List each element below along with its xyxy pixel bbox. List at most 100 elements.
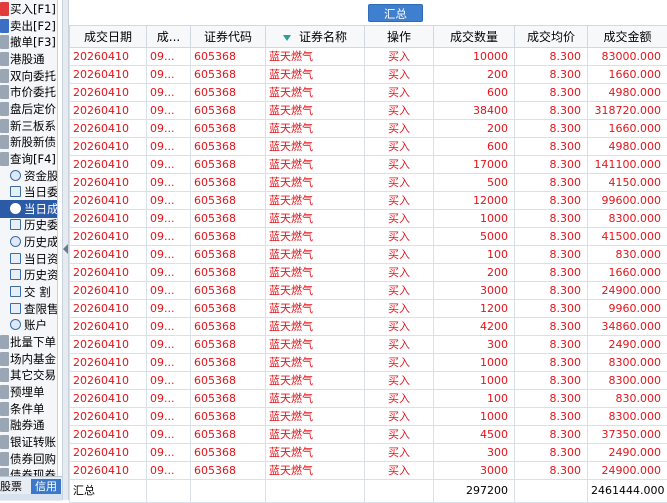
- sidebar-item[interactable]: 交 割: [0, 283, 57, 301]
- sidebar-item[interactable]: 卖出[F2]: [0, 17, 57, 35]
- total-quantity: 297200: [434, 480, 515, 503]
- cell-avg-price: 8.300: [515, 372, 588, 390]
- table-row[interactable]: 2026041009...605368蓝天燃气买入1008.300830.000: [70, 390, 667, 408]
- table-row[interactable]: 2026041009...605368蓝天燃气买入30008.30024900.…: [70, 462, 667, 480]
- cell-operation: 买入: [365, 48, 434, 66]
- document-icon: [10, 186, 21, 197]
- table-row[interactable]: 2026041009...605368蓝天燃气买入6008.3004980.00…: [70, 138, 667, 156]
- cell-quantity: 300: [434, 444, 515, 462]
- sidebar-item[interactable]: 场内基金: [0, 350, 57, 368]
- sidebar-item[interactable]: 盘后定价: [0, 100, 57, 118]
- sidebar-item-label: 批量下单: [10, 333, 56, 351]
- cell-amount: 141100.000: [588, 156, 667, 174]
- cell-trade-time: 09...: [147, 282, 191, 300]
- table-row[interactable]: 2026041009...605368蓝天燃气买入3008.3002490.00…: [70, 336, 667, 354]
- sidebar-item[interactable]: 历史成: [0, 233, 57, 251]
- table-row[interactable]: 2026041009...605368蓝天燃气买入10008.3008300.0…: [70, 210, 667, 228]
- cell-security-code: 605368: [191, 390, 266, 408]
- sidebar-item[interactable]: 市价委托: [0, 83, 57, 101]
- cell-trade-date: 20260410: [70, 120, 147, 138]
- cell-security-name: 蓝天燃气: [266, 444, 365, 462]
- col-header-security-code[interactable]: 证券代码: [191, 26, 266, 48]
- sidebar-item[interactable]: 查询[F4]: [0, 150, 57, 168]
- sidebar-item[interactable]: 当日资: [0, 250, 57, 268]
- sidebar-item-label: 双向委托: [10, 67, 56, 85]
- table-row[interactable]: 2026041009...605368蓝天燃气买入10008.3008300.0…: [70, 354, 667, 372]
- col-header-trade-time[interactable]: 成...: [147, 26, 191, 48]
- cell-avg-price: 8.300: [515, 48, 588, 66]
- table-row[interactable]: 2026041009...605368蓝天燃气买入384008.30031872…: [70, 102, 667, 120]
- col-header-quantity[interactable]: 成交数量: [434, 26, 515, 48]
- table-row[interactable]: 2026041009...605368蓝天燃气买入170008.30014110…: [70, 156, 667, 174]
- sidebar-item[interactable]: 当日成: [0, 200, 57, 218]
- col-header-security-name[interactable]: 证券名称: [266, 26, 365, 48]
- sidebar-item[interactable]: 其它交易: [0, 366, 57, 384]
- sidebar-item-label: 当日资: [24, 250, 57, 268]
- sidebar-item[interactable]: 买入[F1]: [0, 0, 57, 18]
- cell-avg-price: 8.300: [515, 282, 588, 300]
- sidebar-item[interactable]: 新股新债: [0, 133, 57, 151]
- sidebar-item[interactable]: 条件单: [0, 400, 57, 418]
- cell-security-name: 蓝天燃气: [266, 264, 365, 282]
- cell-trade-date: 20260410: [70, 66, 147, 84]
- table-row[interactable]: 2026041009...605368蓝天燃气买入1008.300830.000: [70, 246, 667, 264]
- table-row[interactable]: 2026041009...605368蓝天燃气买入50008.30041500.…: [70, 228, 667, 246]
- cell-avg-price: 8.300: [515, 228, 588, 246]
- table-row[interactable]: 2026041009...605368蓝天燃气买入3008.3002490.00…: [70, 444, 667, 462]
- cell-quantity: 200: [434, 66, 515, 84]
- cell-quantity: 12000: [434, 192, 515, 210]
- table-row[interactable]: 2026041009...605368蓝天燃气买入120008.30099600…: [70, 192, 667, 210]
- table-row[interactable]: 2026041009...605368蓝天燃气买入30008.30024900.…: [70, 282, 667, 300]
- sidebar-item[interactable]: 债券回购: [0, 450, 57, 468]
- menu-marker-icon: [0, 452, 9, 466]
- sidebar-item[interactable]: 历史委: [0, 216, 57, 234]
- cell-security-name: 蓝天燃气: [266, 426, 365, 444]
- cell-quantity: 3000: [434, 462, 515, 480]
- tab-credit[interactable]: 信用: [31, 479, 61, 495]
- table-row[interactable]: 2026041009...605368蓝天燃气买入45008.30037350.…: [70, 426, 667, 444]
- collapse-splitter[interactable]: [62, 0, 69, 500]
- table-row[interactable]: 2026041009...605368蓝天燃气买入42008.30034860.…: [70, 318, 667, 336]
- cell-amount: 8300.000: [588, 210, 667, 228]
- sidebar-item[interactable]: 撤单[F3]: [0, 33, 57, 51]
- sidebar-item[interactable]: 新三板系: [0, 117, 57, 135]
- col-header-avg-price[interactable]: 成交均价: [515, 26, 588, 48]
- col-header-operation[interactable]: 操作: [365, 26, 434, 48]
- cell-quantity: 200: [434, 120, 515, 138]
- summary-button[interactable]: 汇总: [368, 4, 423, 22]
- cell-operation: 买入: [365, 138, 434, 156]
- sidebar-item[interactable]: 预埋单: [0, 383, 57, 401]
- cell-trade-time: 09...: [147, 444, 191, 462]
- collapse-arrow-icon[interactable]: [63, 244, 68, 254]
- col-header-trade-date[interactable]: 成交日期: [70, 26, 147, 48]
- sidebar-item[interactable]: 历史资: [0, 266, 57, 284]
- cell-operation: 买入: [365, 264, 434, 282]
- sidebar-item[interactable]: 查限售: [0, 300, 57, 318]
- sidebar-item[interactable]: 港股通: [0, 50, 57, 68]
- table-row[interactable]: 2026041009...605368蓝天燃气买入12008.3009960.0…: [70, 300, 667, 318]
- table-row[interactable]: 2026041009...605368蓝天燃气买入10008.3008300.0…: [70, 408, 667, 426]
- table-row[interactable]: 2026041009...605368蓝天燃气买入2008.3001660.00…: [70, 120, 667, 138]
- sidebar-item-label: 撤单[F3]: [10, 33, 56, 51]
- table-row[interactable]: 2026041009...605368蓝天燃气买入2008.3001660.00…: [70, 264, 667, 282]
- col-header-amount[interactable]: 成交金额: [588, 26, 667, 48]
- table-row[interactable]: 2026041009...605368蓝天燃气买入10008.3008300.0…: [70, 372, 667, 390]
- sidebar-item[interactable]: 账户: [0, 316, 57, 334]
- cell-trade-date: 20260410: [70, 138, 147, 156]
- sidebar-item[interactable]: 银证转账: [0, 433, 57, 451]
- sidebar-item[interactable]: 批量下单: [0, 333, 57, 351]
- cell-security-name: 蓝天燃气: [266, 318, 365, 336]
- sidebar-item[interactable]: 双向委托: [0, 67, 57, 85]
- total-empty-cell: [147, 480, 191, 503]
- tab-stock[interactable]: 股票: [0, 479, 30, 495]
- sidebar-item[interactable]: 资金股: [0, 167, 57, 185]
- sidebar-item[interactable]: 融券通: [0, 416, 57, 434]
- sidebar-item[interactable]: 当日委: [0, 183, 57, 201]
- cell-avg-price: 8.300: [515, 300, 588, 318]
- cell-trade-time: 09...: [147, 174, 191, 192]
- table-row[interactable]: 2026041009...605368蓝天燃气买入5008.3004150.00…: [70, 174, 667, 192]
- menu-marker-icon: [0, 85, 9, 99]
- table-row[interactable]: 2026041009...605368蓝天燃气买入2008.3001660.00…: [70, 66, 667, 84]
- table-row[interactable]: 2026041009...605368蓝天燃气买入100008.30083000…: [70, 48, 667, 66]
- table-row[interactable]: 2026041009...605368蓝天燃气买入6008.3004980.00…: [70, 84, 667, 102]
